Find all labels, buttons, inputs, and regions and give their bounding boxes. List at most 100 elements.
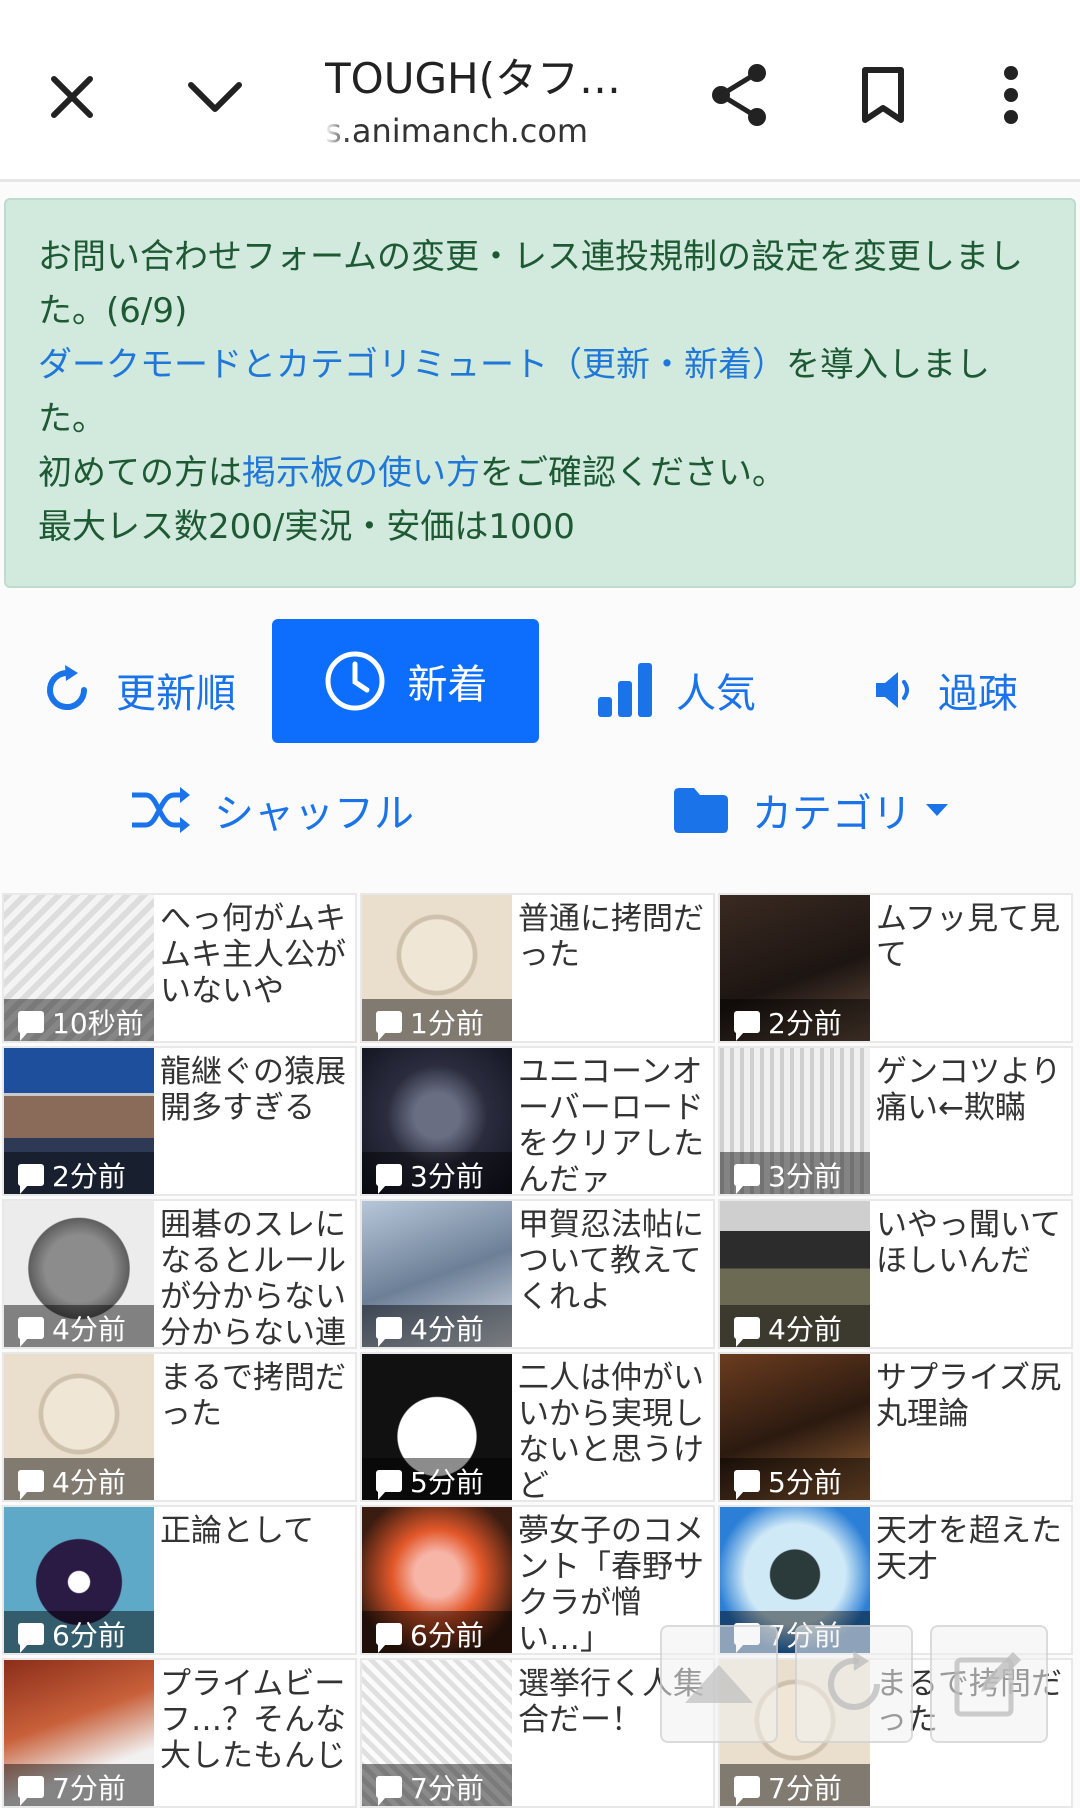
thread-title: 天才を超えた天才 xyxy=(876,1513,1062,1585)
thread-time-badge: 4分前 xyxy=(362,1305,512,1347)
shuffle-label: シャッフル xyxy=(214,791,414,837)
notice-line-1: お問い合わせフォームの変更・レス連投規制の設定を変更しました。(6/9) xyxy=(38,237,1023,331)
thread-title: まるで拷問だった xyxy=(160,1360,346,1432)
board-usage-link[interactable]: 掲示板の使い方 xyxy=(242,453,480,493)
thread-time: 1分前 xyxy=(410,1007,484,1040)
thread-time: 2分前 xyxy=(52,1160,126,1193)
sort-old-button[interactable]: 過疎 xyxy=(872,628,1018,752)
thread-item[interactable]: 1分前 普通に拷問だった xyxy=(360,893,715,1043)
thread-item[interactable]: 5分前 サプライズ尻丸理論 xyxy=(718,1352,1073,1502)
folder-icon xyxy=(674,788,728,833)
thread-time: 7分前 xyxy=(768,1772,842,1805)
clock-icon xyxy=(325,651,384,711)
thread-item[interactable]: 4分前 甲賀忍法帖について教えてくれよ xyxy=(360,1199,715,1349)
thread-item[interactable]: 4分前 まるで拷問だった xyxy=(2,1352,357,1502)
refresh-icon xyxy=(828,1651,880,1710)
thread-title: ムフッ見て見て xyxy=(876,901,1061,973)
edit-icon xyxy=(954,1652,1021,1717)
comment-icon xyxy=(734,1776,760,1806)
comment-icon xyxy=(18,1776,44,1806)
shuffle-button[interactable]: シャッフル xyxy=(130,750,414,870)
thread-time-badge: 3分前 xyxy=(362,1152,512,1194)
comment-icon xyxy=(18,1011,44,1041)
thread-time: 2分前 xyxy=(768,1007,842,1040)
speaker-icon xyxy=(876,672,909,708)
thread-time: 10秒前 xyxy=(52,1007,144,1040)
comment-icon xyxy=(18,1164,44,1194)
new-thread-button[interactable] xyxy=(930,1625,1048,1743)
thread-item[interactable]: 2分前 龍継ぐの猿展開多すぎる xyxy=(2,1046,357,1196)
thread-title: 甲賀忍法帖について教えてくれよ xyxy=(518,1207,704,1315)
sort-popular-button[interactable]: 人気 xyxy=(596,628,756,752)
thread-thumbnail: 6分前 xyxy=(4,1507,154,1653)
sort-popular-label: 人気 xyxy=(676,671,756,717)
refresh-button[interactable] xyxy=(795,1625,913,1743)
sort-old-label: 過疎 xyxy=(938,671,1018,717)
sort-updated-label: 更新順 xyxy=(116,671,236,717)
thread-title: 正論として xyxy=(160,1513,315,1549)
thread-thumbnail: 4分前 xyxy=(720,1201,870,1347)
comment-icon xyxy=(376,1317,402,1347)
thread-item[interactable]: 2分前 ムフッ見て見て xyxy=(718,893,1073,1043)
thread-thumbnail: 3分前 xyxy=(720,1048,870,1194)
thread-title: ゲンコツより痛い←欺瞞 xyxy=(876,1054,1062,1126)
thread-time-badge: 7分前 xyxy=(4,1764,154,1806)
share-icon[interactable] xyxy=(694,50,784,140)
category-label: カテゴリ xyxy=(752,791,912,837)
comment-icon xyxy=(18,1623,44,1653)
category-dropdown[interactable]: カテゴリ xyxy=(672,750,948,870)
comment-icon xyxy=(376,1470,402,1500)
chevron-down-icon[interactable] xyxy=(170,52,260,142)
thread-time-badge: 5分前 xyxy=(720,1458,870,1500)
thread-title: いやっ聞いてほしいんだ xyxy=(876,1207,1062,1279)
sort-updated-button[interactable]: 更新順 xyxy=(40,628,236,752)
sort-new-button[interactable]: 新着 xyxy=(272,619,539,743)
thread-time-badge: 6分前 xyxy=(4,1611,154,1653)
thread-time-badge: 3分前 xyxy=(720,1152,870,1194)
comment-icon xyxy=(18,1317,44,1347)
thread-item[interactable]: 3分前 ゲンコツより痛い←欺瞞 xyxy=(718,1046,1073,1196)
more-options-icon[interactable] xyxy=(966,50,1056,140)
dark-mode-link[interactable]: ダークモードとカテゴリミュート（更新・新着） xyxy=(38,345,786,385)
scroll-top-button[interactable] xyxy=(660,1625,778,1743)
thread-thumbnail: 10秒前 xyxy=(4,895,154,1041)
thread-item[interactable]: 10秒前 へっ何がムキムキ主人公がいないや xyxy=(2,893,357,1043)
thread-thumbnail: 7分前 xyxy=(4,1660,154,1806)
thread-item[interactable]: 7分前 プライムビーフ…？そんな大したもんじ xyxy=(2,1658,357,1808)
thread-thumbnail: 2分前 xyxy=(720,895,870,1041)
thread-time: 4分前 xyxy=(410,1313,484,1346)
thread-item[interactable]: 6分前 正論として xyxy=(2,1505,357,1655)
thread-time: 3分前 xyxy=(410,1160,484,1193)
thread-time-badge: 4分前 xyxy=(4,1458,154,1500)
thread-time-badge: 4分前 xyxy=(4,1305,154,1347)
thread-title: 龍継ぐの猿展開多すぎる xyxy=(160,1054,346,1126)
thread-title: 囲碁のスレになるとルールが分からない分からない連 xyxy=(160,1207,346,1349)
thread-time-badge: 7分前 xyxy=(362,1764,512,1806)
thread-time-badge: 2分前 xyxy=(4,1152,154,1194)
notice-line-4: 最大レス数200/実況・安価は1000 xyxy=(38,507,575,547)
bookmark-icon[interactable] xyxy=(838,50,928,140)
thread-item[interactable]: 4分前 囲碁のスレになるとルールが分からない分からない連 xyxy=(2,1199,357,1349)
thread-thumbnail: 1分前 xyxy=(362,895,512,1041)
thread-thumbnail: 2分前 xyxy=(4,1048,154,1194)
thread-thumbnail: 4分前 xyxy=(362,1201,512,1347)
comment-icon xyxy=(734,1317,760,1347)
thread-thumbnail: 6分前 xyxy=(362,1507,512,1653)
thread-title: 普通に拷問だった xyxy=(518,901,704,973)
thread-thumbnail: 4分前 xyxy=(4,1354,154,1500)
thread-time: 4分前 xyxy=(52,1466,126,1499)
thread-title: プライムビーフ…？そんな大したもんじ xyxy=(160,1666,346,1774)
close-icon[interactable] xyxy=(27,52,117,142)
notice-line-3: 初めての方は掲示板の使い方をご確認ください。 xyxy=(38,453,786,493)
thread-time-badge: 2分前 xyxy=(720,999,870,1041)
thread-thumbnail: 4分前 xyxy=(4,1201,154,1347)
sort-new-label: 新着 xyxy=(407,662,488,708)
comment-icon xyxy=(376,1164,402,1194)
thread-item[interactable]: 3分前 ユニコーンオーバーロードをクリアしたんだァ xyxy=(360,1046,715,1196)
thread-item[interactable]: 4分前 いやっ聞いてほしいんだ xyxy=(718,1199,1073,1349)
browser-toolbar: TOUGH(タフ… s.animanch.com xyxy=(0,0,1080,182)
thread-time: 6分前 xyxy=(52,1619,126,1652)
comment-icon xyxy=(18,1470,44,1500)
thread-item[interactable]: 5分前 二人は仲がいいから実現しないと思うけど xyxy=(360,1352,715,1502)
thread-time: 5分前 xyxy=(768,1466,842,1499)
